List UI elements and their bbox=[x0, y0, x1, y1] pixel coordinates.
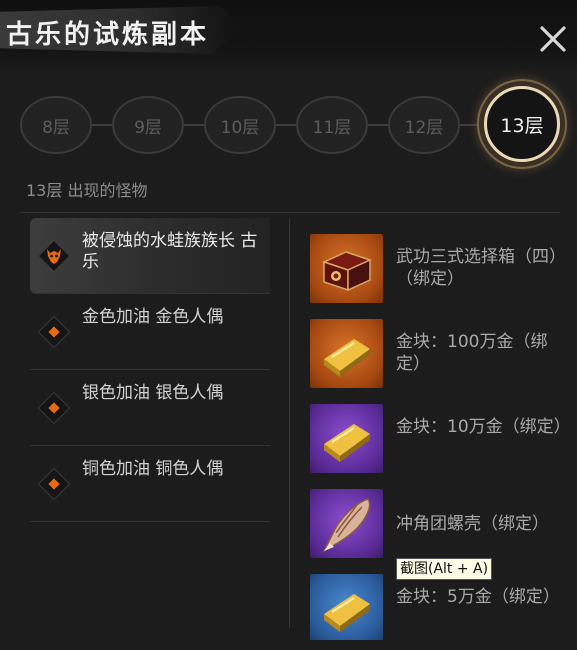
section-divider bbox=[20, 212, 560, 213]
monster-item[interactable]: 金色加油 金色人偶 bbox=[30, 294, 270, 370]
reward-item[interactable]: 金块：10万金（绑定） bbox=[310, 404, 572, 489]
demon-head-icon bbox=[36, 238, 72, 274]
diamond-icon bbox=[36, 314, 72, 350]
gold-bar-icon bbox=[310, 319, 383, 388]
gold-bar-icon bbox=[310, 404, 383, 473]
diamond-icon bbox=[36, 390, 72, 426]
floor-selector: 8层 9层 10层 11层 12层 13层 bbox=[20, 82, 565, 168]
monster-section-title: 13层 出现的怪物 bbox=[26, 181, 148, 200]
reward-name: 金块：10万金（绑定） bbox=[396, 417, 571, 437]
reward-name: 冲角团螺壳（绑定） bbox=[396, 514, 549, 534]
floor-button-9[interactable]: 9层 bbox=[112, 96, 184, 154]
reward-item[interactable]: 金块：100万金（绑定） bbox=[310, 319, 572, 404]
monster-name: 被侵蚀的水蛙族族长 古乐 bbox=[82, 231, 258, 272]
column-divider bbox=[289, 218, 290, 628]
floor-button-11[interactable]: 11层 bbox=[296, 96, 368, 154]
reward-item[interactable]: 金块：5万金（绑定） bbox=[310, 574, 572, 640]
floor-button-12[interactable]: 12层 bbox=[388, 96, 460, 154]
close-icon[interactable] bbox=[536, 22, 570, 56]
diamond-icon bbox=[36, 466, 72, 502]
title-bar: 古乐的试炼副本 bbox=[0, 0, 577, 72]
monster-item[interactable]: 铜色加油 铜色人偶 bbox=[30, 446, 270, 522]
floor-button-8[interactable]: 8层 bbox=[20, 96, 92, 154]
monster-list: 被侵蚀的水蛙族族长 古乐 金色加油 金色人偶 银色加油 银色人偶 铜色加油 铜色… bbox=[30, 218, 270, 522]
floor-button-13-selected[interactable]: 13层 bbox=[484, 86, 560, 162]
screenshot-tooltip: 截图(Alt + A) bbox=[396, 558, 493, 580]
gold-bar-icon bbox=[310, 574, 383, 640]
reward-name: 金块：5万金（绑定） bbox=[396, 587, 560, 607]
reward-name: 武功三式选择箱（四）（绑定） bbox=[396, 247, 566, 289]
monster-name: 银色加油 银色人偶 bbox=[82, 383, 224, 403]
monster-item-boss[interactable]: 被侵蚀的水蛙族族长 古乐 bbox=[30, 218, 270, 294]
floor-button-10[interactable]: 10层 bbox=[204, 96, 276, 154]
monster-item[interactable]: 银色加油 银色人偶 bbox=[30, 370, 270, 446]
conch-shell-icon bbox=[310, 489, 383, 558]
treasure-chest-icon bbox=[310, 234, 383, 303]
monster-name: 铜色加油 铜色人偶 bbox=[82, 459, 224, 479]
reward-item[interactable]: 武功三式选择箱（四）（绑定） bbox=[310, 234, 572, 319]
window-title: 古乐的试炼副本 bbox=[6, 20, 210, 50]
monster-name: 金色加油 金色人偶 bbox=[82, 307, 224, 327]
reward-name: 金块：100万金（绑定） bbox=[396, 332, 548, 374]
